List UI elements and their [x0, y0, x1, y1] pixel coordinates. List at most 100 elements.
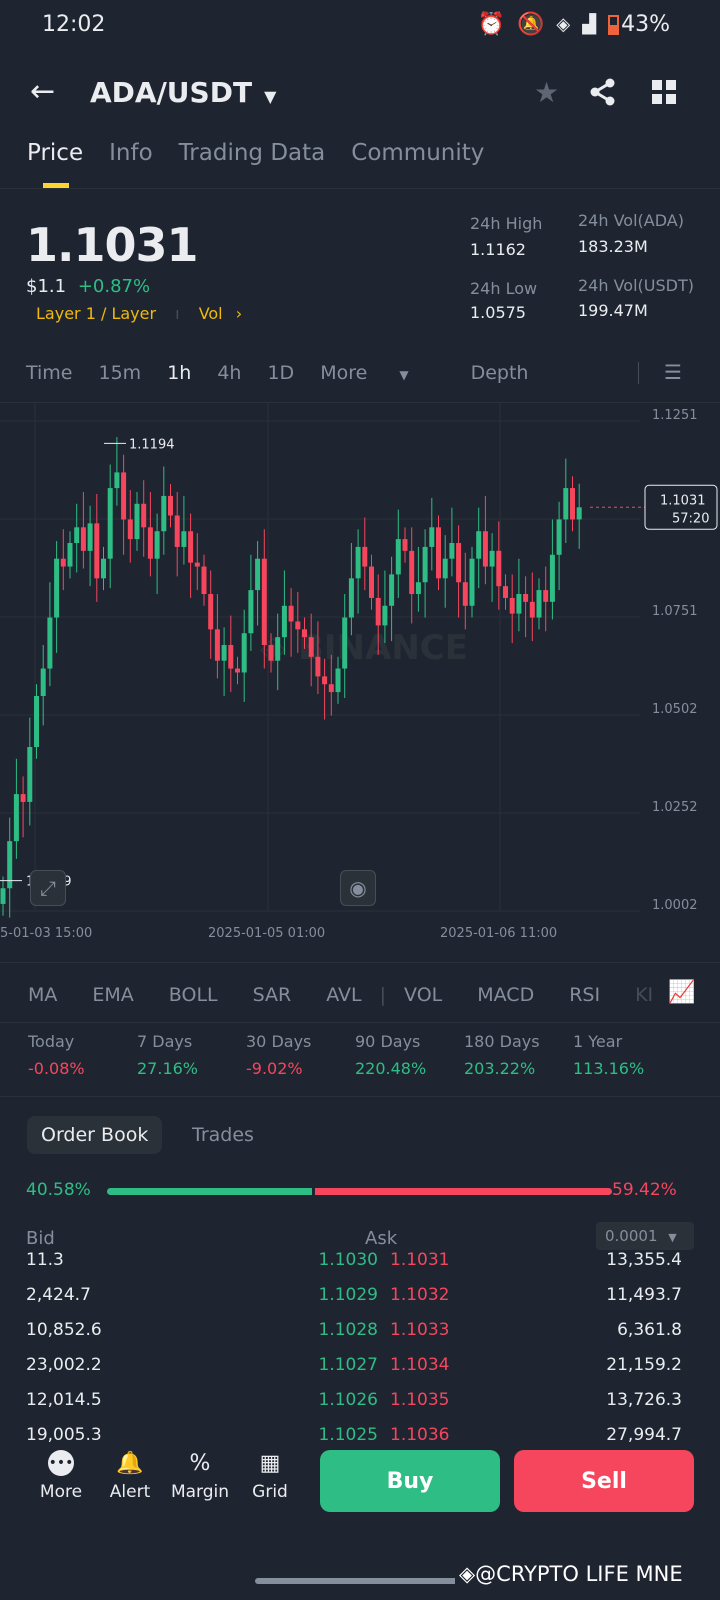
- performance-label: Today: [28, 1032, 75, 1051]
- candle-body: [322, 676, 328, 685]
- current-price-label: 1.1031: [660, 493, 706, 508]
- candle-body: [101, 558, 106, 579]
- tab-trades[interactable]: Trades: [192, 1124, 254, 1146]
- back-arrow-icon[interactable]: ←: [30, 74, 55, 109]
- divider: [0, 188, 720, 189]
- performance-value: 27.16%: [137, 1059, 199, 1078]
- candle-body: [235, 668, 240, 673]
- bid-price: 1.1029: [318, 1285, 378, 1305]
- candle-body: [288, 605, 294, 622]
- candle-body: [188, 531, 194, 563]
- candle-body: [7, 841, 13, 889]
- tf-1d[interactable]: 1D: [267, 362, 294, 384]
- high-label: 24h High: [470, 214, 543, 233]
- bell-icon: 🔔: [116, 1450, 144, 1476]
- nav-more[interactable]: ••• More: [31, 1450, 91, 1502]
- candle-body: [382, 605, 388, 626]
- vol-link[interactable]: Vol: [199, 304, 223, 323]
- nav-grid[interactable]: ▦ Grid: [240, 1450, 300, 1503]
- indicator-macd[interactable]: MACD: [477, 984, 534, 1006]
- orderbook-row[interactable]: 11.3 1.1030 1.1031 13,355.4: [26, 1250, 682, 1284]
- candle-body: [302, 629, 307, 638]
- candle-body: [147, 527, 153, 559]
- indicator-rsi[interactable]: RSI: [569, 984, 600, 1006]
- candle-body: [308, 637, 314, 657]
- chart-settings-icon[interactable]: ☰: [664, 360, 682, 384]
- x-tick-label: 5-01-03 15:00: [0, 926, 92, 941]
- candle-body: [0, 888, 6, 904]
- ask-amount: 13,726.3: [606, 1390, 682, 1410]
- indicator-sar[interactable]: SAR: [253, 984, 292, 1006]
- battery-icon: [608, 14, 620, 35]
- indicator-kdj[interactable]: KI: [635, 984, 653, 1006]
- sell-button[interactable]: Sell: [514, 1450, 694, 1512]
- grid-icon[interactable]: [652, 80, 676, 104]
- ask-amount: 6,361.8: [617, 1320, 682, 1340]
- usd-price: $1.1: [26, 276, 67, 297]
- candle-body: [67, 543, 73, 567]
- star-icon[interactable]: ★: [534, 76, 559, 109]
- tf-more[interactable]: More ▼: [320, 362, 434, 384]
- tab-order-book[interactable]: Order Book: [27, 1116, 163, 1154]
- orderbook-row[interactable]: 12,014.5 1.1026 1.1035 13,726.3: [26, 1390, 682, 1424]
- nav-alert[interactable]: 🔔 Alert: [100, 1450, 160, 1503]
- candle-body: [422, 546, 428, 583]
- candle-body: [114, 472, 120, 489]
- candle-body: [107, 488, 113, 559]
- candle-body: [529, 601, 535, 618]
- tab-price[interactable]: Price: [27, 140, 83, 166]
- y-tick-label: 1.0502: [652, 702, 698, 717]
- precision-select[interactable]: 0.0001 ▼: [596, 1222, 694, 1250]
- tab-trading-data[interactable]: Trading Data: [179, 140, 326, 166]
- eye-icon[interactable]: ◉: [340, 870, 376, 906]
- indicator-chart-icon[interactable]: 📈: [668, 980, 696, 1005]
- performance-item: 1 Year 113.16%: [573, 1032, 682, 1078]
- tf-depth[interactable]: Depth: [471, 362, 529, 384]
- candle-body: [536, 590, 542, 618]
- fullscreen-icon[interactable]: ⤢: [30, 870, 66, 906]
- candlestick-chart[interactable]: 1.1251 1.0751 1.0502 1.0252 1.0002 5-01-03 15…: [0, 403, 720, 943]
- candle-body: [570, 488, 575, 520]
- tf-15m[interactable]: 15m: [99, 362, 142, 384]
- candle-body: [248, 590, 254, 634]
- performance-value: 113.16%: [573, 1059, 645, 1078]
- home-indicator[interactable]: [255, 1578, 465, 1584]
- low-label: 24h Low: [470, 279, 538, 298]
- buy-button[interactable]: Buy: [320, 1450, 500, 1512]
- candle-body: [335, 668, 341, 693]
- candle-body: [74, 527, 80, 544]
- tf-4h[interactable]: 4h: [217, 362, 241, 384]
- divider: [0, 962, 720, 963]
- category-tag[interactable]: Layer 1 / Layer: [36, 304, 156, 323]
- candle-body: [295, 621, 301, 630]
- bid-price: 1.1027: [318, 1355, 378, 1375]
- indicator-vol[interactable]: VOL: [404, 984, 442, 1006]
- indicator-ma[interactable]: MA: [28, 984, 57, 1006]
- nav-margin[interactable]: % Margin: [170, 1450, 230, 1503]
- bid-ask-ratio-bar: [107, 1188, 612, 1195]
- orderbook-row[interactable]: 23,002.2 1.1027 1.1034 21,159.2: [26, 1355, 682, 1389]
- indicator-avl[interactable]: AVL: [326, 984, 361, 1006]
- tf-time[interactable]: Time: [26, 362, 73, 384]
- tab-community[interactable]: Community: [351, 140, 484, 166]
- tf-1h[interactable]: 1h: [167, 362, 191, 384]
- indicator-boll[interactable]: BOLL: [169, 984, 218, 1006]
- candle-body: [395, 539, 401, 575]
- vol-ada-value: 183.23M: [578, 237, 648, 256]
- ask-amount: 13,355.4: [606, 1250, 682, 1270]
- candle-body: [482, 531, 488, 567]
- candle-body: [201, 566, 207, 595]
- tab-info[interactable]: Info: [109, 140, 153, 166]
- candle-body: [503, 586, 508, 598]
- share-icon[interactable]: [590, 78, 616, 106]
- performance-label: 90 Days: [355, 1032, 421, 1051]
- pair-title[interactable]: ADA/USDT ▼: [90, 76, 276, 109]
- candle-body: [87, 523, 93, 551]
- orderbook-row[interactable]: 2,424.7 1.1029 1.1032 11,493.7: [26, 1285, 682, 1319]
- bid-price: 1.1028: [318, 1320, 378, 1340]
- vol-usdt-value: 199.47M: [578, 301, 648, 320]
- orderbook-row[interactable]: 10,852.6 1.1028 1.1033 6,361.8: [26, 1320, 682, 1354]
- indicator-ema[interactable]: EMA: [92, 984, 133, 1006]
- battery-level: 43%: [621, 12, 670, 37]
- candle-body: [134, 503, 140, 540]
